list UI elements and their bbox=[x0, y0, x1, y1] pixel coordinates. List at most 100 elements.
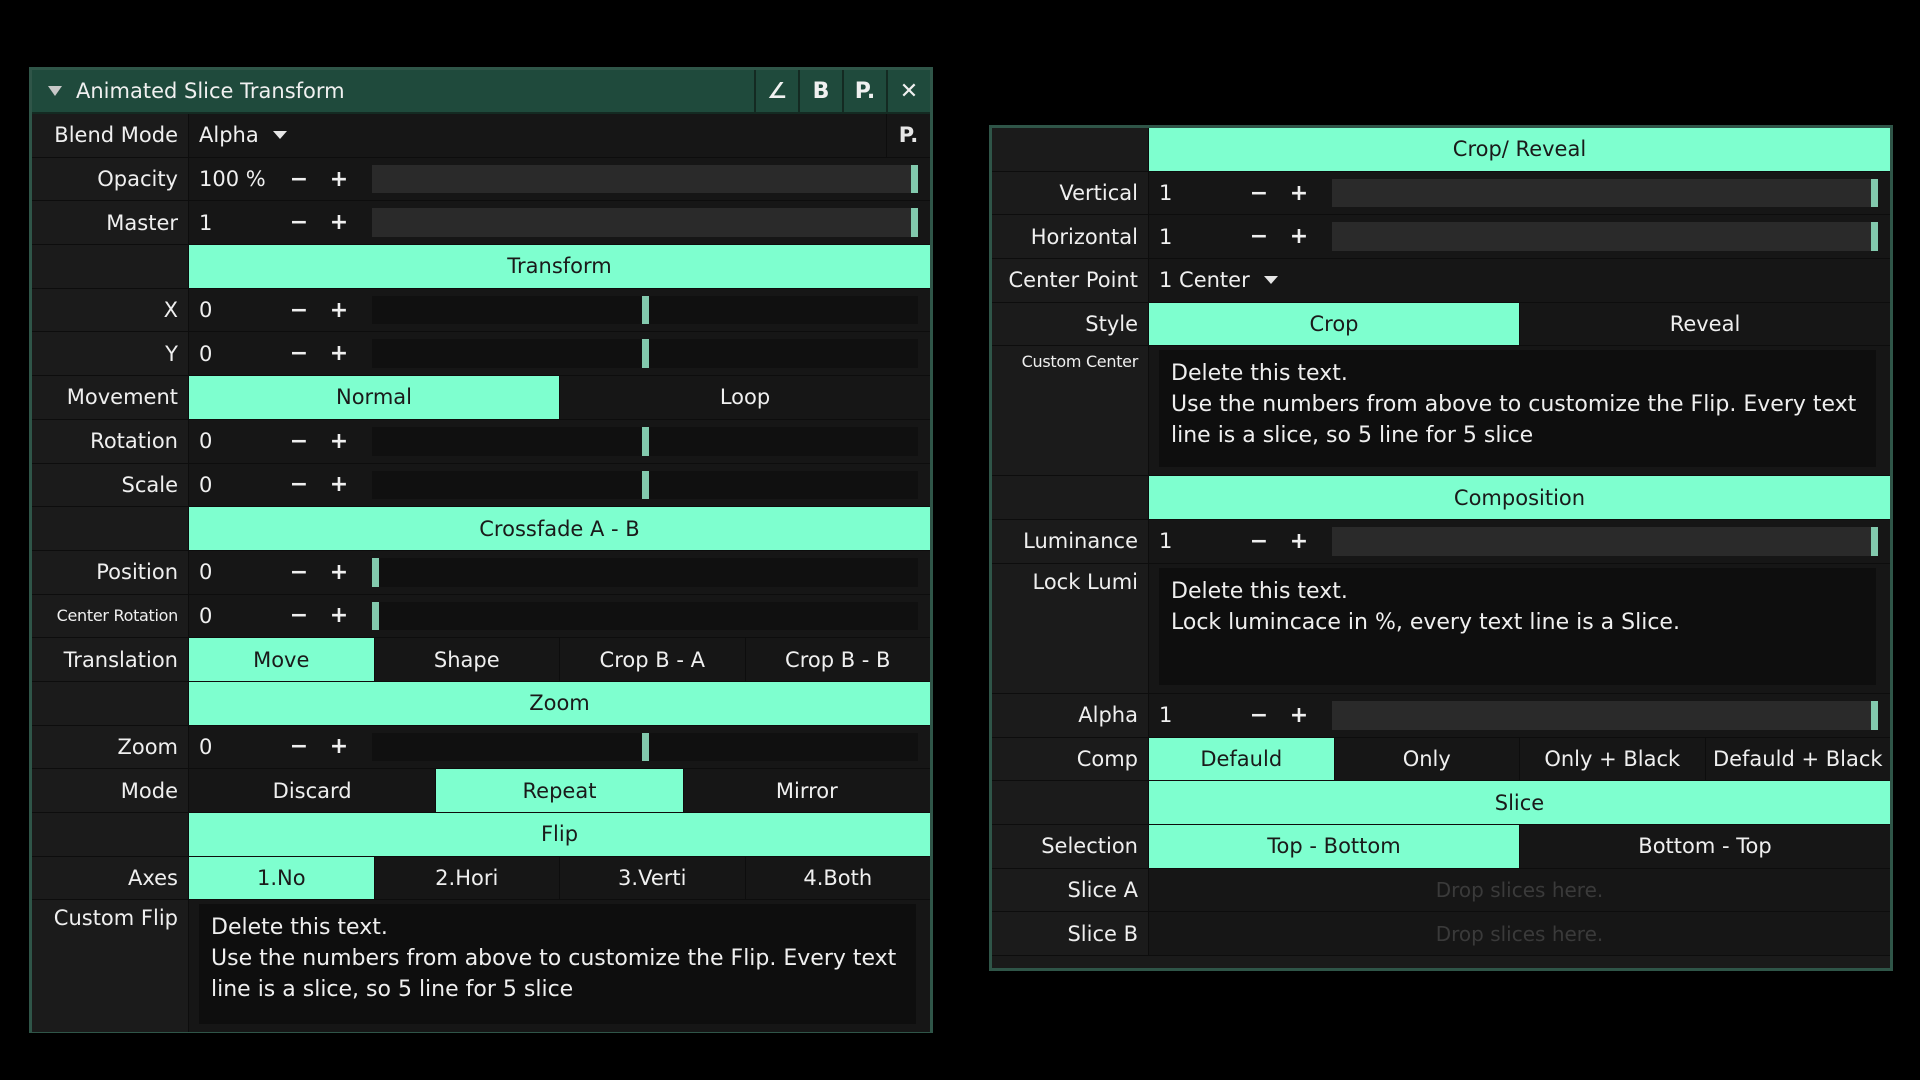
plus-button[interactable]: + bbox=[319, 560, 359, 585]
minus-button[interactable]: − bbox=[279, 210, 319, 235]
horizontal-value[interactable]: 1 bbox=[1149, 225, 1239, 249]
slider-knob[interactable] bbox=[641, 470, 649, 500]
axes-option-4[interactable]: 4.Both bbox=[744, 856, 930, 900]
plus-button[interactable]: + bbox=[319, 734, 359, 759]
mode-option-2[interactable]: Repeat bbox=[435, 769, 683, 812]
plus-button[interactable]: + bbox=[319, 167, 359, 192]
x-slider[interactable] bbox=[372, 295, 918, 325]
zoom-slider[interactable] bbox=[372, 732, 918, 762]
minus-button[interactable]: − bbox=[1239, 703, 1279, 728]
scale-slider[interactable] bbox=[372, 470, 918, 500]
minus-button[interactable]: − bbox=[279, 472, 319, 497]
alpha-slider[interactable] bbox=[1332, 700, 1878, 730]
vertical-value[interactable]: 1 bbox=[1149, 181, 1239, 205]
slider-knob[interactable] bbox=[911, 208, 918, 238]
slider-knob[interactable] bbox=[372, 557, 379, 587]
comp-option-4[interactable]: Defauld + Black bbox=[1704, 737, 1890, 781]
slider-knob[interactable] bbox=[911, 164, 918, 194]
vertical-slider[interactable] bbox=[1332, 178, 1878, 208]
p-button[interactable]: P. bbox=[842, 70, 886, 112]
axes-option-2[interactable]: 2.Hori bbox=[373, 856, 559, 900]
luminance-slider[interactable] bbox=[1332, 527, 1878, 556]
rotation-slider[interactable] bbox=[372, 426, 918, 456]
center-point-dropdown[interactable]: 1 Center bbox=[1149, 268, 1319, 292]
master-slider[interactable] bbox=[372, 208, 918, 238]
plus-button[interactable]: + bbox=[1279, 224, 1319, 249]
axes-option-1[interactable]: 1.No bbox=[189, 856, 374, 900]
angle-icon[interactable]: ∠ bbox=[754, 70, 798, 112]
plus-button[interactable]: + bbox=[319, 341, 359, 366]
slider-knob[interactable] bbox=[1871, 527, 1878, 556]
plus-button[interactable]: + bbox=[319, 603, 359, 628]
minus-button[interactable]: − bbox=[279, 560, 319, 585]
center-rotation-slider[interactable] bbox=[372, 601, 918, 631]
mode-option-3[interactable]: Mirror bbox=[682, 769, 930, 812]
slider-knob[interactable] bbox=[641, 426, 649, 456]
plus-button[interactable]: + bbox=[1279, 181, 1319, 206]
minus-button[interactable]: − bbox=[279, 429, 319, 454]
position-slider[interactable] bbox=[372, 557, 918, 587]
style-option-1[interactable]: Crop bbox=[1149, 302, 1519, 346]
slider-knob[interactable] bbox=[1871, 178, 1878, 208]
preset-button[interactable]: P. bbox=[886, 114, 930, 157]
b-button[interactable]: B bbox=[798, 70, 842, 112]
selection-option-2[interactable]: Bottom - Top bbox=[1519, 824, 1890, 868]
axes-option-3[interactable]: 3.Verti bbox=[559, 856, 745, 900]
rotation-value[interactable]: 0 bbox=[189, 429, 279, 453]
translation-option-1[interactable]: Move bbox=[189, 638, 374, 681]
plus-button[interactable]: + bbox=[1279, 703, 1319, 728]
comp-option-2[interactable]: Only bbox=[1333, 737, 1519, 781]
slice-a-dropzone[interactable]: Drop slices here. bbox=[1149, 868, 1890, 912]
translation-option-2[interactable]: Shape bbox=[373, 638, 559, 681]
blend-mode-dropdown[interactable]: Alpha bbox=[189, 123, 319, 147]
zoom-value[interactable]: 0 bbox=[189, 735, 279, 759]
comp-option-3[interactable]: Only + Black bbox=[1519, 737, 1705, 781]
custom-flip-textarea[interactable]: Delete this text. Use the numbers from a… bbox=[199, 904, 916, 1025]
minus-button[interactable]: − bbox=[279, 341, 319, 366]
center-rotation-value[interactable]: 0 bbox=[189, 604, 279, 628]
y-value[interactable]: 0 bbox=[189, 342, 279, 366]
custom-center-textarea[interactable]: Delete this text. Use the numbers from a… bbox=[1159, 350, 1876, 468]
plus-button[interactable]: + bbox=[319, 210, 359, 235]
plus-button[interactable]: + bbox=[319, 298, 359, 323]
translation-option-4[interactable]: Crop B - B bbox=[744, 638, 930, 681]
minus-button[interactable]: − bbox=[279, 298, 319, 323]
x-value[interactable]: 0 bbox=[189, 298, 279, 322]
collapse-arrow-icon[interactable] bbox=[48, 86, 62, 96]
selection-option-1[interactable]: Top - Bottom bbox=[1149, 824, 1519, 868]
movement-option-1[interactable]: Normal bbox=[189, 376, 559, 419]
translation-option-3[interactable]: Crop B - A bbox=[559, 638, 745, 681]
minus-button[interactable]: − bbox=[1239, 181, 1279, 206]
opacity-slider[interactable] bbox=[372, 164, 918, 194]
y-slider[interactable] bbox=[372, 339, 918, 369]
mode-option-1[interactable]: Discard bbox=[189, 769, 436, 812]
position-value[interactable]: 0 bbox=[189, 560, 279, 584]
slider-knob[interactable] bbox=[641, 295, 649, 325]
alpha-value[interactable]: 1 bbox=[1149, 703, 1239, 727]
plus-button[interactable]: + bbox=[319, 472, 359, 497]
plus-button[interactable]: + bbox=[319, 429, 359, 454]
slice-b-dropzone[interactable]: Drop slices here. bbox=[1149, 912, 1890, 955]
slider-knob[interactable] bbox=[1871, 222, 1878, 252]
minus-button[interactable]: − bbox=[279, 603, 319, 628]
minus-button[interactable]: − bbox=[1239, 529, 1279, 554]
slice-header-row: Slice bbox=[992, 781, 1890, 825]
comp-option-1[interactable]: Defauld bbox=[1149, 737, 1334, 781]
minus-button[interactable]: − bbox=[279, 167, 319, 192]
luminance-value[interactable]: 1 bbox=[1149, 529, 1239, 553]
master-value[interactable]: 1 bbox=[189, 211, 279, 235]
slider-knob[interactable] bbox=[641, 339, 649, 369]
plus-button[interactable]: + bbox=[1279, 529, 1319, 554]
style-option-2[interactable]: Reveal bbox=[1519, 302, 1890, 346]
scale-value[interactable]: 0 bbox=[189, 473, 279, 497]
minus-button[interactable]: − bbox=[1239, 224, 1279, 249]
opacity-value[interactable]: 100 % bbox=[189, 167, 279, 191]
slider-knob[interactable] bbox=[1871, 700, 1878, 730]
slider-knob[interactable] bbox=[372, 601, 379, 631]
close-icon[interactable]: ✕ bbox=[886, 70, 930, 112]
lock-lumi-textarea[interactable]: Delete this text. Lock lumincace in %, e… bbox=[1159, 567, 1876, 685]
horizontal-slider[interactable] bbox=[1332, 222, 1878, 252]
minus-button[interactable]: − bbox=[279, 734, 319, 759]
slider-knob[interactable] bbox=[641, 732, 649, 762]
movement-option-2[interactable]: Loop bbox=[559, 376, 930, 419]
